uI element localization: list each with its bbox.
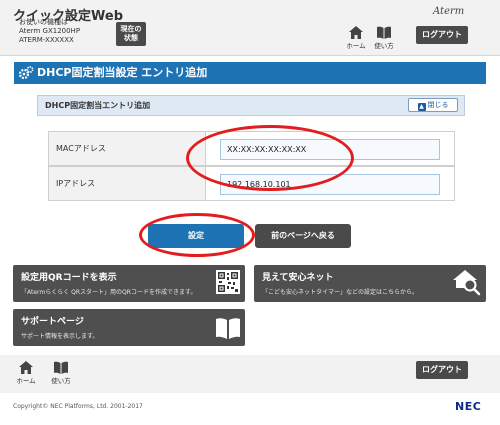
current-status-label-2: 状態 bbox=[124, 34, 138, 42]
footer-logout-button[interactable]: ログアウト bbox=[416, 361, 468, 379]
ip-address-row: IPアドレス 192.168.10.101 bbox=[48, 166, 455, 201]
close-section-button[interactable]: ▲ 閉じる bbox=[408, 98, 458, 112]
mac-address-label: MACアドレス bbox=[49, 132, 206, 165]
header-divider bbox=[0, 55, 500, 56]
help-nav-label: 使い方 bbox=[374, 42, 394, 50]
book-icon bbox=[377, 26, 391, 39]
device-model: Aterm GX1200HP bbox=[19, 27, 81, 35]
copyright: Copyright© NEC Platforms, Ltd. 2001-2017 bbox=[13, 403, 143, 410]
mac-address-input[interactable]: XX:XX:XX:XX:XX:XX bbox=[220, 139, 440, 160]
footer-help-label: 使い方 bbox=[51, 377, 71, 385]
support-page-tile[interactable]: サポートページ サポート情報を表示します。 bbox=[13, 309, 245, 346]
home-nav-label: ホーム bbox=[346, 42, 366, 50]
page-title: DHCP固定割当設定 エントリ追加 bbox=[37, 66, 208, 79]
logout-button[interactable]: ログアウト bbox=[416, 26, 468, 44]
mieteanshin-tile-desc: 「こども安心ネットタイマー」などの設定はこちらから。 bbox=[262, 289, 419, 296]
device-caption: お使いの機種は bbox=[19, 18, 68, 26]
mieteanshin-tile[interactable]: 見えて安心ネット 「こども安心ネットタイマー」などの設定はこちらから。 bbox=[254, 265, 486, 302]
qr-code-icon bbox=[216, 270, 240, 294]
nec-logo: NEC bbox=[455, 400, 482, 413]
mieteanshin-tile-title: 見えて安心ネット bbox=[262, 273, 334, 283]
current-status-button[interactable]: 現在の 状態 bbox=[116, 22, 146, 46]
home-icon bbox=[349, 26, 363, 39]
book-icon bbox=[54, 361, 68, 374]
current-status-label-1: 現在の bbox=[120, 25, 142, 33]
home-icon bbox=[19, 361, 33, 374]
qr-tile-desc: 「Atermらくらく QRスタート」用のQRコードを作成できます。 bbox=[21, 289, 197, 296]
footer-help-button[interactable]: 使い方 bbox=[48, 361, 74, 385]
device-info: お使いの機種は Aterm GX1200HP ATERM-XXXXXX bbox=[19, 18, 80, 45]
book-icon bbox=[216, 318, 240, 339]
footer-home-button[interactable]: ホーム bbox=[13, 361, 39, 385]
back-button[interactable]: 前のページへ戻る bbox=[255, 224, 351, 248]
qr-code-tile[interactable]: 設定用QRコードを表示 「Atermらくらく QRスタート」用のQRコードを作成… bbox=[13, 265, 245, 302]
gears-icon bbox=[18, 66, 34, 80]
home-nav-button[interactable]: ホーム bbox=[343, 26, 369, 50]
device-id: ATERM-XXXXXX bbox=[19, 36, 74, 44]
qr-tile-title: 設定用QRコードを表示 bbox=[21, 273, 117, 283]
support-tile-title: サポートページ bbox=[21, 317, 84, 327]
ip-address-input[interactable]: 192.168.10.101 bbox=[220, 174, 440, 195]
page-title-bar: DHCP固定割当設定 エントリ追加 bbox=[14, 62, 486, 84]
close-label: 閉じる bbox=[427, 101, 449, 109]
header: クイック設定Web お使いの機種は Aterm GX1200HP ATERM-X… bbox=[0, 0, 500, 55]
support-tile-desc: サポート情報を表示します。 bbox=[21, 333, 99, 340]
section-title: DHCP固定割当エントリ追加 bbox=[45, 101, 151, 110]
footer-nav: ホーム 使い方 ログアウト bbox=[0, 355, 500, 393]
house-search-icon bbox=[453, 270, 481, 296]
aterm-logo: Aterm bbox=[433, 6, 465, 17]
ip-address-label: IPアドレス bbox=[49, 167, 206, 200]
set-button[interactable]: 設定 bbox=[148, 224, 244, 248]
section-header: DHCP固定割当エントリ追加 ▲ 閉じる bbox=[37, 95, 465, 116]
help-nav-button[interactable]: 使い方 bbox=[371, 26, 397, 50]
footer-home-label: ホーム bbox=[16, 377, 36, 385]
mac-address-row: MACアドレス XX:XX:XX:XX:XX:XX bbox=[48, 131, 455, 166]
chevron-up-icon: ▲ bbox=[417, 103, 426, 111]
